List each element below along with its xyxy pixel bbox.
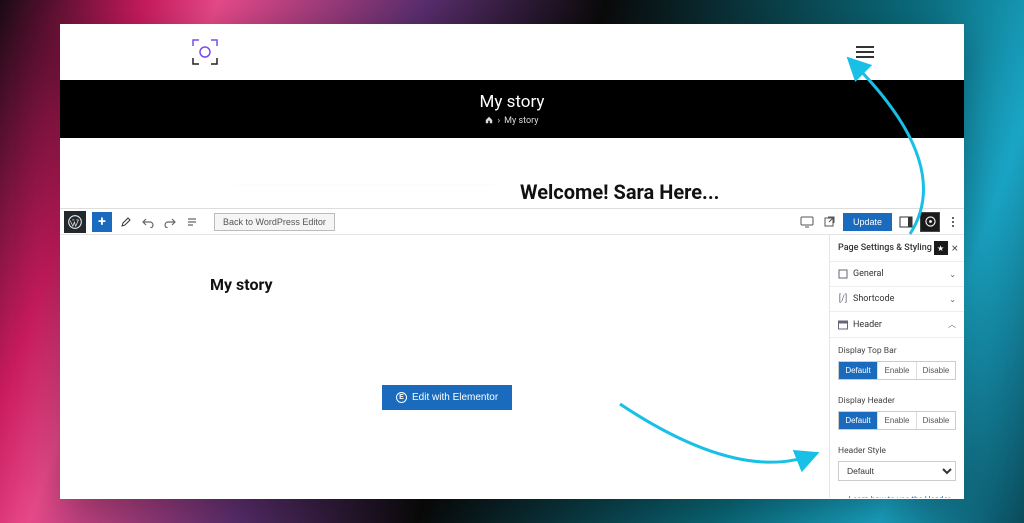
display-top-bar-section: Display Top Bar Default Enable Disable — [830, 338, 964, 388]
header-icon — [838, 320, 848, 330]
option-enable[interactable]: Enable — [878, 362, 917, 379]
header-style-section: Header Style Default — [830, 438, 964, 489]
sidebar-title: Page Settings & Styling — [838, 243, 932, 253]
accordion-general[interactable]: General ⌄ — [830, 262, 964, 287]
option-enable[interactable]: Enable — [878, 412, 917, 429]
undo-icon[interactable] — [140, 214, 156, 230]
welcome-heading: Welcome! Sara Here... — [520, 180, 719, 204]
sidebar-header: Page Settings & Styling ★ × — [830, 235, 964, 262]
option-default[interactable]: Default — [839, 412, 878, 429]
shortcode-icon: [/] — [838, 294, 848, 304]
wordpress-logo-icon[interactable] — [64, 211, 86, 233]
elementor-button-label: Edit with Elementor — [412, 392, 498, 403]
hamburger-menu-icon[interactable] — [856, 46, 874, 58]
display-header-section: Display Header Default Enable Disable — [830, 388, 964, 438]
accordion-label: General — [853, 269, 884, 279]
more-options-icon[interactable] — [946, 217, 960, 227]
accordion-header[interactable]: Header ︿ — [830, 312, 964, 338]
general-icon — [838, 269, 848, 279]
redo-icon[interactable] — [162, 214, 178, 230]
site-preview: My story › My story Welcome! Sara Here..… — [60, 24, 964, 208]
preview-header-bar — [60, 24, 964, 80]
accordion-label: Header — [853, 320, 882, 330]
close-icon[interactable]: × — [952, 241, 958, 255]
home-icon[interactable] — [485, 116, 493, 127]
preview-hero: My story › My story — [60, 80, 964, 138]
accordion-label: Shortcode — [853, 294, 894, 304]
option-disable[interactable]: Disable — [917, 362, 955, 379]
field-label: Display Top Bar — [838, 346, 956, 356]
header-style-select[interactable]: Default — [838, 461, 956, 481]
edit-mode-icon[interactable] — [118, 214, 134, 230]
option-disable[interactable]: Disable — [917, 412, 955, 429]
editor-toolbar: + Back to WordPress Editor — [60, 209, 964, 235]
back-to-wp-button[interactable]: Back to WordPress Editor — [214, 213, 335, 231]
theme-settings-icon[interactable] — [920, 212, 940, 232]
chevron-up-icon: ︿ — [948, 319, 956, 330]
learn-more-link[interactable]: i Learn how to use the Header settings — [830, 489, 964, 498]
display-top-bar-toggle: Default Enable Disable — [838, 361, 956, 380]
wordpress-editor: + Back to WordPress Editor — [60, 208, 964, 497]
desktop-preview-icon[interactable] — [799, 214, 815, 230]
external-preview-icon[interactable] — [821, 214, 837, 230]
site-logo — [190, 37, 220, 67]
hero-title: My story — [480, 92, 545, 112]
breadcrumb-current: My story — [504, 116, 538, 126]
star-icon[interactable]: ★ — [934, 241, 948, 255]
editor-canvas[interactable]: My story E Edit with Elementor — [60, 235, 829, 498]
accordion-shortcode[interactable]: [/] Shortcode ⌄ — [830, 287, 964, 312]
settings-sidebar: Page Settings & Styling ★ × General ⌄ — [829, 235, 964, 498]
display-header-toggle: Default Enable Disable — [838, 411, 956, 430]
breadcrumb-sep: › — [497, 116, 500, 126]
details-icon[interactable] — [184, 214, 200, 230]
field-label: Header Style — [838, 446, 956, 456]
page-title[interactable]: My story — [210, 275, 769, 294]
field-label: Display Header — [838, 396, 956, 406]
sidebar-toggle-icon[interactable] — [898, 214, 914, 230]
chevron-down-icon: ⌄ — [949, 270, 956, 279]
edit-with-elementor-button[interactable]: E Edit with Elementor — [382, 385, 512, 410]
chevron-down-icon: ⌄ — [949, 295, 956, 304]
option-default[interactable]: Default — [839, 362, 878, 379]
breadcrumb: › My story — [485, 116, 538, 127]
elementor-icon: E — [396, 392, 407, 403]
add-block-button[interactable]: + — [92, 212, 112, 232]
learn-more-label: Learn how to use the Header settings — [849, 495, 956, 498]
update-button[interactable]: Update — [843, 213, 892, 231]
